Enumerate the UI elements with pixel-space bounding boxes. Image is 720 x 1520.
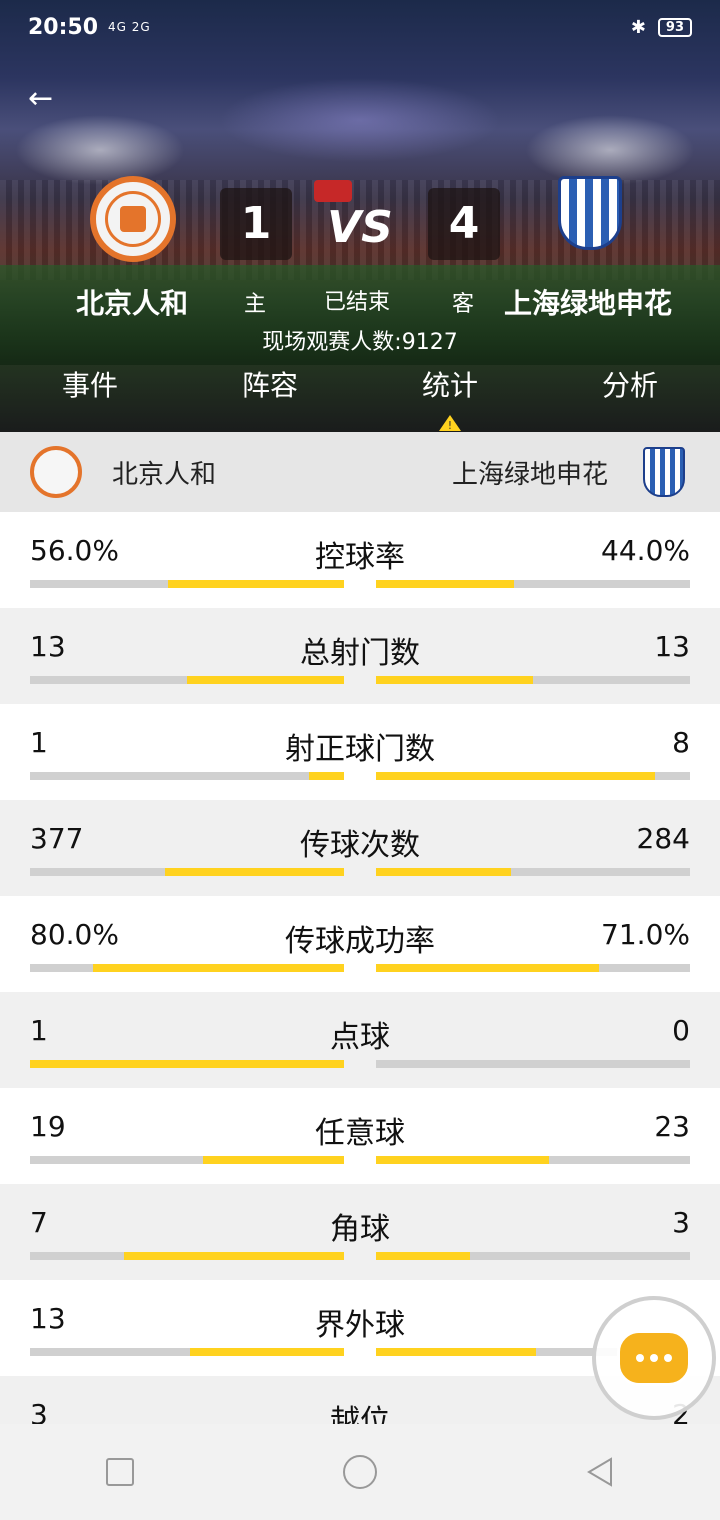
- stat-away-bar-fill: [376, 772, 656, 780]
- stat-label: 角球: [330, 1212, 390, 1247]
- bluetooth-icon: ✱: [630, 16, 646, 38]
- home-side-label: 主: [244, 292, 267, 317]
- chat-icon: [617, 1330, 691, 1386]
- stat-home-bar-fill: [190, 1348, 344, 1356]
- stat-away-value: 3: [672, 1206, 690, 1239]
- away-team-name[interactable]: 上海绿地申花: [504, 282, 672, 322]
- stat-home-bar-fill: [30, 1060, 344, 1068]
- battery-level: 93: [657, 17, 692, 37]
- stat-label: 传球次数: [300, 828, 420, 863]
- match-header: 20:50 4G 2G ✱ 93 ← 1 VS 4 北京人和 主 已结束 客 上…: [0, 0, 720, 432]
- stat-row: 56.0% 控球率 44.0%: [0, 512, 720, 608]
- stat-row: 1 射正球门数 8: [0, 704, 720, 800]
- attendance: 现场观赛人数:9127: [262, 330, 458, 355]
- stat-home-bar: [30, 1252, 344, 1260]
- svg-text:!: !: [448, 419, 452, 432]
- stat-away-bar: [376, 1060, 690, 1068]
- teams-bar-away-name: 上海绿地申花: [451, 459, 608, 490]
- stat-row: 80.0% 传球成功率 71.0%: [0, 896, 720, 992]
- stat-away-value: 13: [654, 630, 690, 663]
- stat-label: 点球: [330, 1020, 390, 1055]
- stat-row: 13 总射门数 13: [0, 608, 720, 704]
- stat-home-bar: [30, 1348, 344, 1356]
- status-time: 20:50: [28, 14, 99, 40]
- home-team-logo: [90, 176, 176, 262]
- away-team-mini-logo: [638, 446, 690, 498]
- stat-away-value: 0: [672, 1014, 690, 1047]
- stat-away-bar-fill: [376, 1348, 537, 1356]
- stat-home-bar: [30, 1060, 344, 1068]
- recents-icon[interactable]: [100, 1452, 140, 1492]
- stat-home-bar: [30, 772, 344, 780]
- stat-away-bar-fill: [376, 580, 515, 588]
- stat-home-bar-fill: [309, 772, 344, 780]
- stat-home-bar-fill: [92, 964, 344, 972]
- tab-stats[interactable]: 统计 !: [360, 358, 540, 432]
- stat-away-bar-fill: [376, 676, 533, 684]
- teams-bar: 北京人和 上海绿地申花: [0, 432, 720, 512]
- active-tab-indicator-icon: !: [439, 415, 461, 432]
- stat-away-value: 8: [672, 726, 690, 759]
- stat-away-bar-fill: [376, 964, 599, 972]
- stat-row: 19 任意球 23: [0, 1088, 720, 1184]
- stat-label: 射正球门数: [285, 732, 435, 767]
- status-bar: 20:50 4G 2G ✱ 93: [0, 0, 720, 54]
- home-icon[interactable]: [340, 1452, 380, 1492]
- stat-away-bar: [376, 676, 690, 684]
- stat-home-bar-fill: [187, 676, 344, 684]
- match-status: 已结束: [324, 290, 391, 315]
- home-score: 1: [220, 188, 292, 260]
- stat-label: 任意球: [315, 1116, 405, 1151]
- stat-away-bar-fill: [376, 868, 512, 876]
- live-badge: [314, 180, 352, 202]
- back-arrow-icon[interactable]: ←: [28, 84, 58, 114]
- tab-bar: 事件 阵容 统计 ! 分析: [0, 358, 720, 432]
- stat-home-bar: [30, 868, 344, 876]
- stat-home-bar-fill: [202, 1156, 344, 1164]
- tab-label: 统计: [421, 369, 478, 402]
- stat-away-bar: [376, 1252, 690, 1260]
- vs-label: VS: [327, 202, 393, 253]
- tab-label: 分析: [601, 369, 658, 402]
- stat-away-bar: [376, 772, 690, 780]
- stat-away-bar-fill: [376, 1252, 471, 1260]
- stat-home-bar-fill: [124, 1252, 344, 1260]
- network-indicator: 4G 2G: [108, 20, 151, 34]
- stat-home-bar-fill: [168, 580, 344, 588]
- stat-row: 1 点球 0: [0, 992, 720, 1088]
- back-triangle-icon[interactable]: [580, 1452, 620, 1492]
- stat-home-bar: [30, 964, 344, 972]
- chat-button[interactable]: [592, 1296, 716, 1420]
- stat-home-bar: [30, 580, 344, 588]
- status-right: ✱ 93: [631, 17, 692, 38]
- stat-away-value: 71.0%: [601, 918, 690, 951]
- stat-away-bar: [376, 868, 690, 876]
- away-side-label: 客: [452, 292, 475, 317]
- tab-lineup[interactable]: 阵容: [180, 358, 360, 432]
- tab-label: 阵容: [241, 369, 298, 402]
- stat-row: 7 角球 3: [0, 1184, 720, 1280]
- stat-away-value: 284: [636, 822, 690, 855]
- away-score: 4: [428, 188, 500, 260]
- stat-row: 377 传球次数 284: [0, 800, 720, 896]
- stat-label: 总射门数: [300, 636, 420, 671]
- tab-label: 事件: [61, 369, 118, 402]
- stat-home-bar-fill: [165, 868, 344, 876]
- stat-home-bar: [30, 676, 344, 684]
- stat-away-value: 23: [654, 1110, 690, 1143]
- tab-events[interactable]: 事件: [0, 358, 180, 432]
- home-team-name[interactable]: 北京人和: [76, 282, 188, 322]
- stat-away-bar: [376, 1156, 690, 1164]
- tab-analysis[interactable]: 分析: [540, 358, 720, 432]
- stat-away-bar: [376, 580, 690, 588]
- teams-bar-home-name: 北京人和: [112, 459, 217, 490]
- stat-away-bar: [376, 964, 690, 972]
- system-nav-bar: [0, 1424, 720, 1520]
- stat-away-bar-fill: [376, 1156, 549, 1164]
- stat-away-value: 44.0%: [601, 534, 690, 567]
- stat-home-bar: [30, 1156, 344, 1164]
- home-team-mini-logo: [30, 446, 82, 498]
- away-team-logo: [550, 170, 630, 256]
